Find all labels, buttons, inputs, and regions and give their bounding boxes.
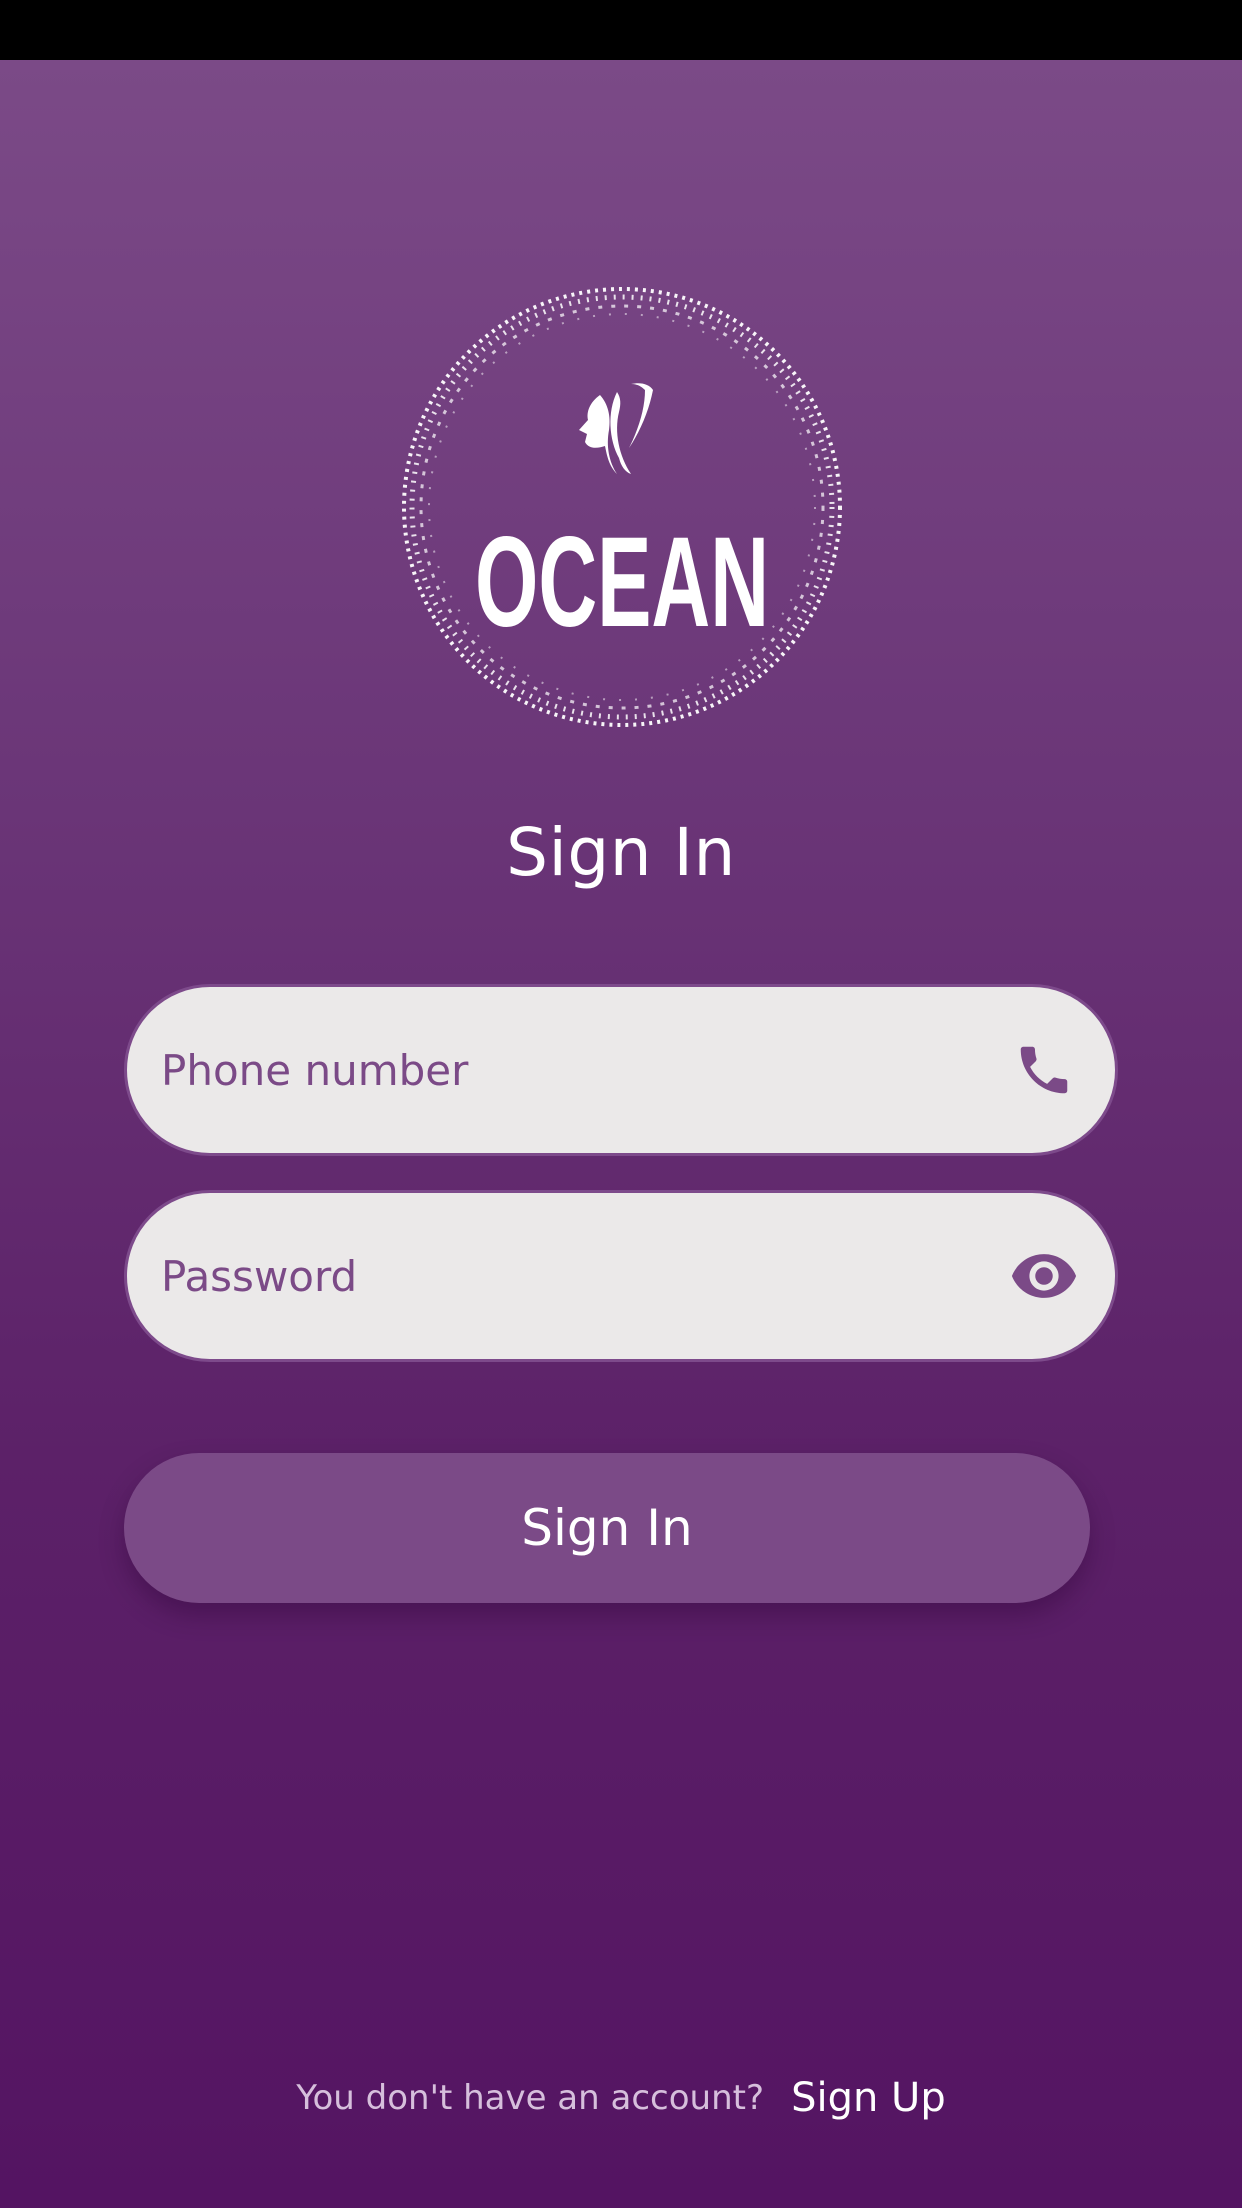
- sign-in-screen: OCEAN Sign In Sign In You don't have an …: [0, 60, 1242, 2208]
- logo-ring: [402, 287, 842, 727]
- phone-icon-glyph: [1020, 1046, 1068, 1094]
- sign-in-button[interactable]: Sign In: [124, 1453, 1090, 1603]
- woman-silhouette-icon: [579, 383, 653, 474]
- logo-graphic: OCEAN: [402, 287, 842, 727]
- phone-icon: [1009, 1035, 1079, 1105]
- no-account-text: You don't have an account?: [296, 2078, 764, 2118]
- logo-wordmark: OCEAN: [475, 511, 769, 654]
- password-field[interactable]: [124, 1190, 1118, 1362]
- password-input[interactable]: [161, 1193, 981, 1359]
- ocean-logo: OCEAN: [395, 280, 849, 734]
- eye-icon-glyph: [1011, 1254, 1077, 1298]
- sign-up-prompt: You don't have an account? Sign Up: [0, 2075, 1242, 2121]
- eye-icon[interactable]: [1009, 1241, 1079, 1311]
- sign-up-link[interactable]: Sign Up: [791, 2075, 946, 2121]
- phone-input[interactable]: [161, 987, 981, 1153]
- phone-field[interactable]: [124, 984, 1118, 1156]
- status-bar: [0, 0, 1242, 60]
- page-title: Sign In: [506, 814, 736, 891]
